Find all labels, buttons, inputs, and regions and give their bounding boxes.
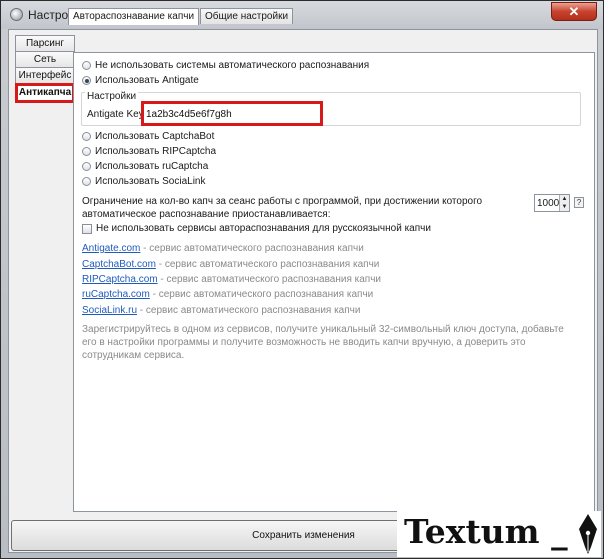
service-link-row: RIPCaptcha.com - сервис автоматического … [82, 274, 381, 285]
textum-watermark: Textum _ [397, 511, 601, 557]
service-link-row: SociaLink.ru - сервис автоматического ра… [82, 305, 360, 316]
radio-captchabot-row[interactable]: Использовать CaptchaBot [82, 131, 214, 142]
link-description: - сервис автоматического распознавания к… [140, 243, 364, 254]
radio-rucaptcha[interactable] [82, 162, 91, 171]
settings-window: Настройки ✕ Парсинг Сеть Интерфейс Антик… [0, 0, 604, 559]
radio-antigate-row[interactable]: Использовать Antigate [82, 75, 199, 86]
radio-ripcaptcha[interactable] [82, 147, 91, 156]
link-description: - сервис автоматического распознавания к… [137, 305, 361, 316]
stepper-up-icon[interactable]: ▲ [560, 195, 569, 203]
radio-captchabot-label: Использовать CaptchaBot [95, 131, 215, 142]
radio-rucaptcha-label: Использовать ruCaptcha [95, 161, 209, 172]
russian-captcha-checkbox-row[interactable]: Не использовать сервисы автораспознавани… [82, 223, 431, 234]
radio-captchabot[interactable] [82, 132, 91, 141]
radio-none-label: Не использовать системы автоматического … [95, 60, 370, 71]
help-icon[interactable]: ? [574, 197, 584, 208]
side-tab-list: Парсинг Сеть Интерфейс Антикапча [15, 35, 75, 103]
side-tab-anticaptcha[interactable]: Антикапча [15, 83, 75, 103]
captchabot-link[interactable]: CaptchaBot.com [82, 259, 156, 270]
app-icon [10, 8, 23, 21]
antigate-key-label: Antigate Key: [87, 109, 147, 120]
service-link-row: Antigate.com - сервис автоматического ра… [82, 243, 364, 254]
tab-auto-recognition[interactable]: Автораспознавание капчи [68, 8, 200, 25]
top-tab-list: Автораспознавание капчи Общие настройки [68, 8, 294, 25]
link-description: - сервис автоматического распознавания к… [149, 289, 374, 300]
radio-ripcaptcha-label: Использовать RIPCaptcha [95, 146, 217, 157]
russian-captcha-checkbox[interactable] [82, 223, 92, 234]
antigate-key-highlight [141, 101, 323, 126]
radio-antigate-label: Использовать Antigate [95, 75, 199, 86]
tab-general-settings[interactable]: Общие настройки [200, 8, 294, 24]
stepper-down-icon[interactable]: ▼ [560, 203, 569, 211]
pen-nib-icon [579, 514, 597, 554]
link-description: - сервис автоматического распознавания к… [155, 259, 380, 270]
service-link-row: CaptchaBot.com - сервис автоматического … [82, 259, 379, 270]
captcha-limit-stepper[interactable]: 1000 ▲ ▼ [534, 194, 570, 212]
rucaptcha-link[interactable]: ruCaptcha.com [82, 289, 150, 300]
antigate-key-input[interactable] [146, 107, 318, 121]
close-button[interactable]: ✕ [551, 2, 597, 21]
link-description: - сервис автоматического распознавания к… [157, 274, 382, 285]
stepper-buttons: ▲ ▼ [559, 195, 569, 211]
socialink-link[interactable]: SociaLink.ru [82, 305, 137, 316]
radio-socialink-row[interactable]: Использовать SociaLink [82, 176, 206, 187]
settings-group-label: Настройки [85, 91, 139, 102]
side-tab-parsing[interactable]: Парсинг [15, 35, 75, 51]
captcha-limit-label: Ограничение на кол-во капч за сеанс рабо… [82, 196, 483, 220]
ripcaptcha-link[interactable]: RIPCaptcha.com [82, 274, 158, 285]
radio-none-row[interactable]: Не использовать системы автоматического … [82, 60, 369, 71]
radio-socialink-label: Использовать SociaLink [95, 176, 206, 187]
radio-none[interactable] [82, 61, 91, 70]
antigate-link[interactable]: Antigate.com [82, 243, 140, 254]
registration-hint: Зарегистрируйтесь в одном из сервисов, п… [82, 324, 564, 361]
radio-ripcaptcha-row[interactable]: Использовать RIPCaptcha [82, 146, 216, 157]
captcha-limit-value[interactable]: 1000 [537, 198, 559, 209]
service-link-row: ruCaptcha.com - сервис автоматического р… [82, 289, 373, 300]
radio-socialink[interactable] [82, 177, 91, 186]
side-tab-interface[interactable]: Интерфейс [15, 67, 75, 83]
side-tab-network[interactable]: Сеть [15, 51, 75, 67]
russian-captcha-label: Не использовать сервисы автораспознавани… [96, 223, 431, 234]
radio-antigate[interactable] [82, 76, 91, 85]
radio-rucaptcha-row[interactable]: Использовать ruCaptcha [82, 161, 208, 172]
watermark-text: Textum _ [404, 512, 568, 551]
